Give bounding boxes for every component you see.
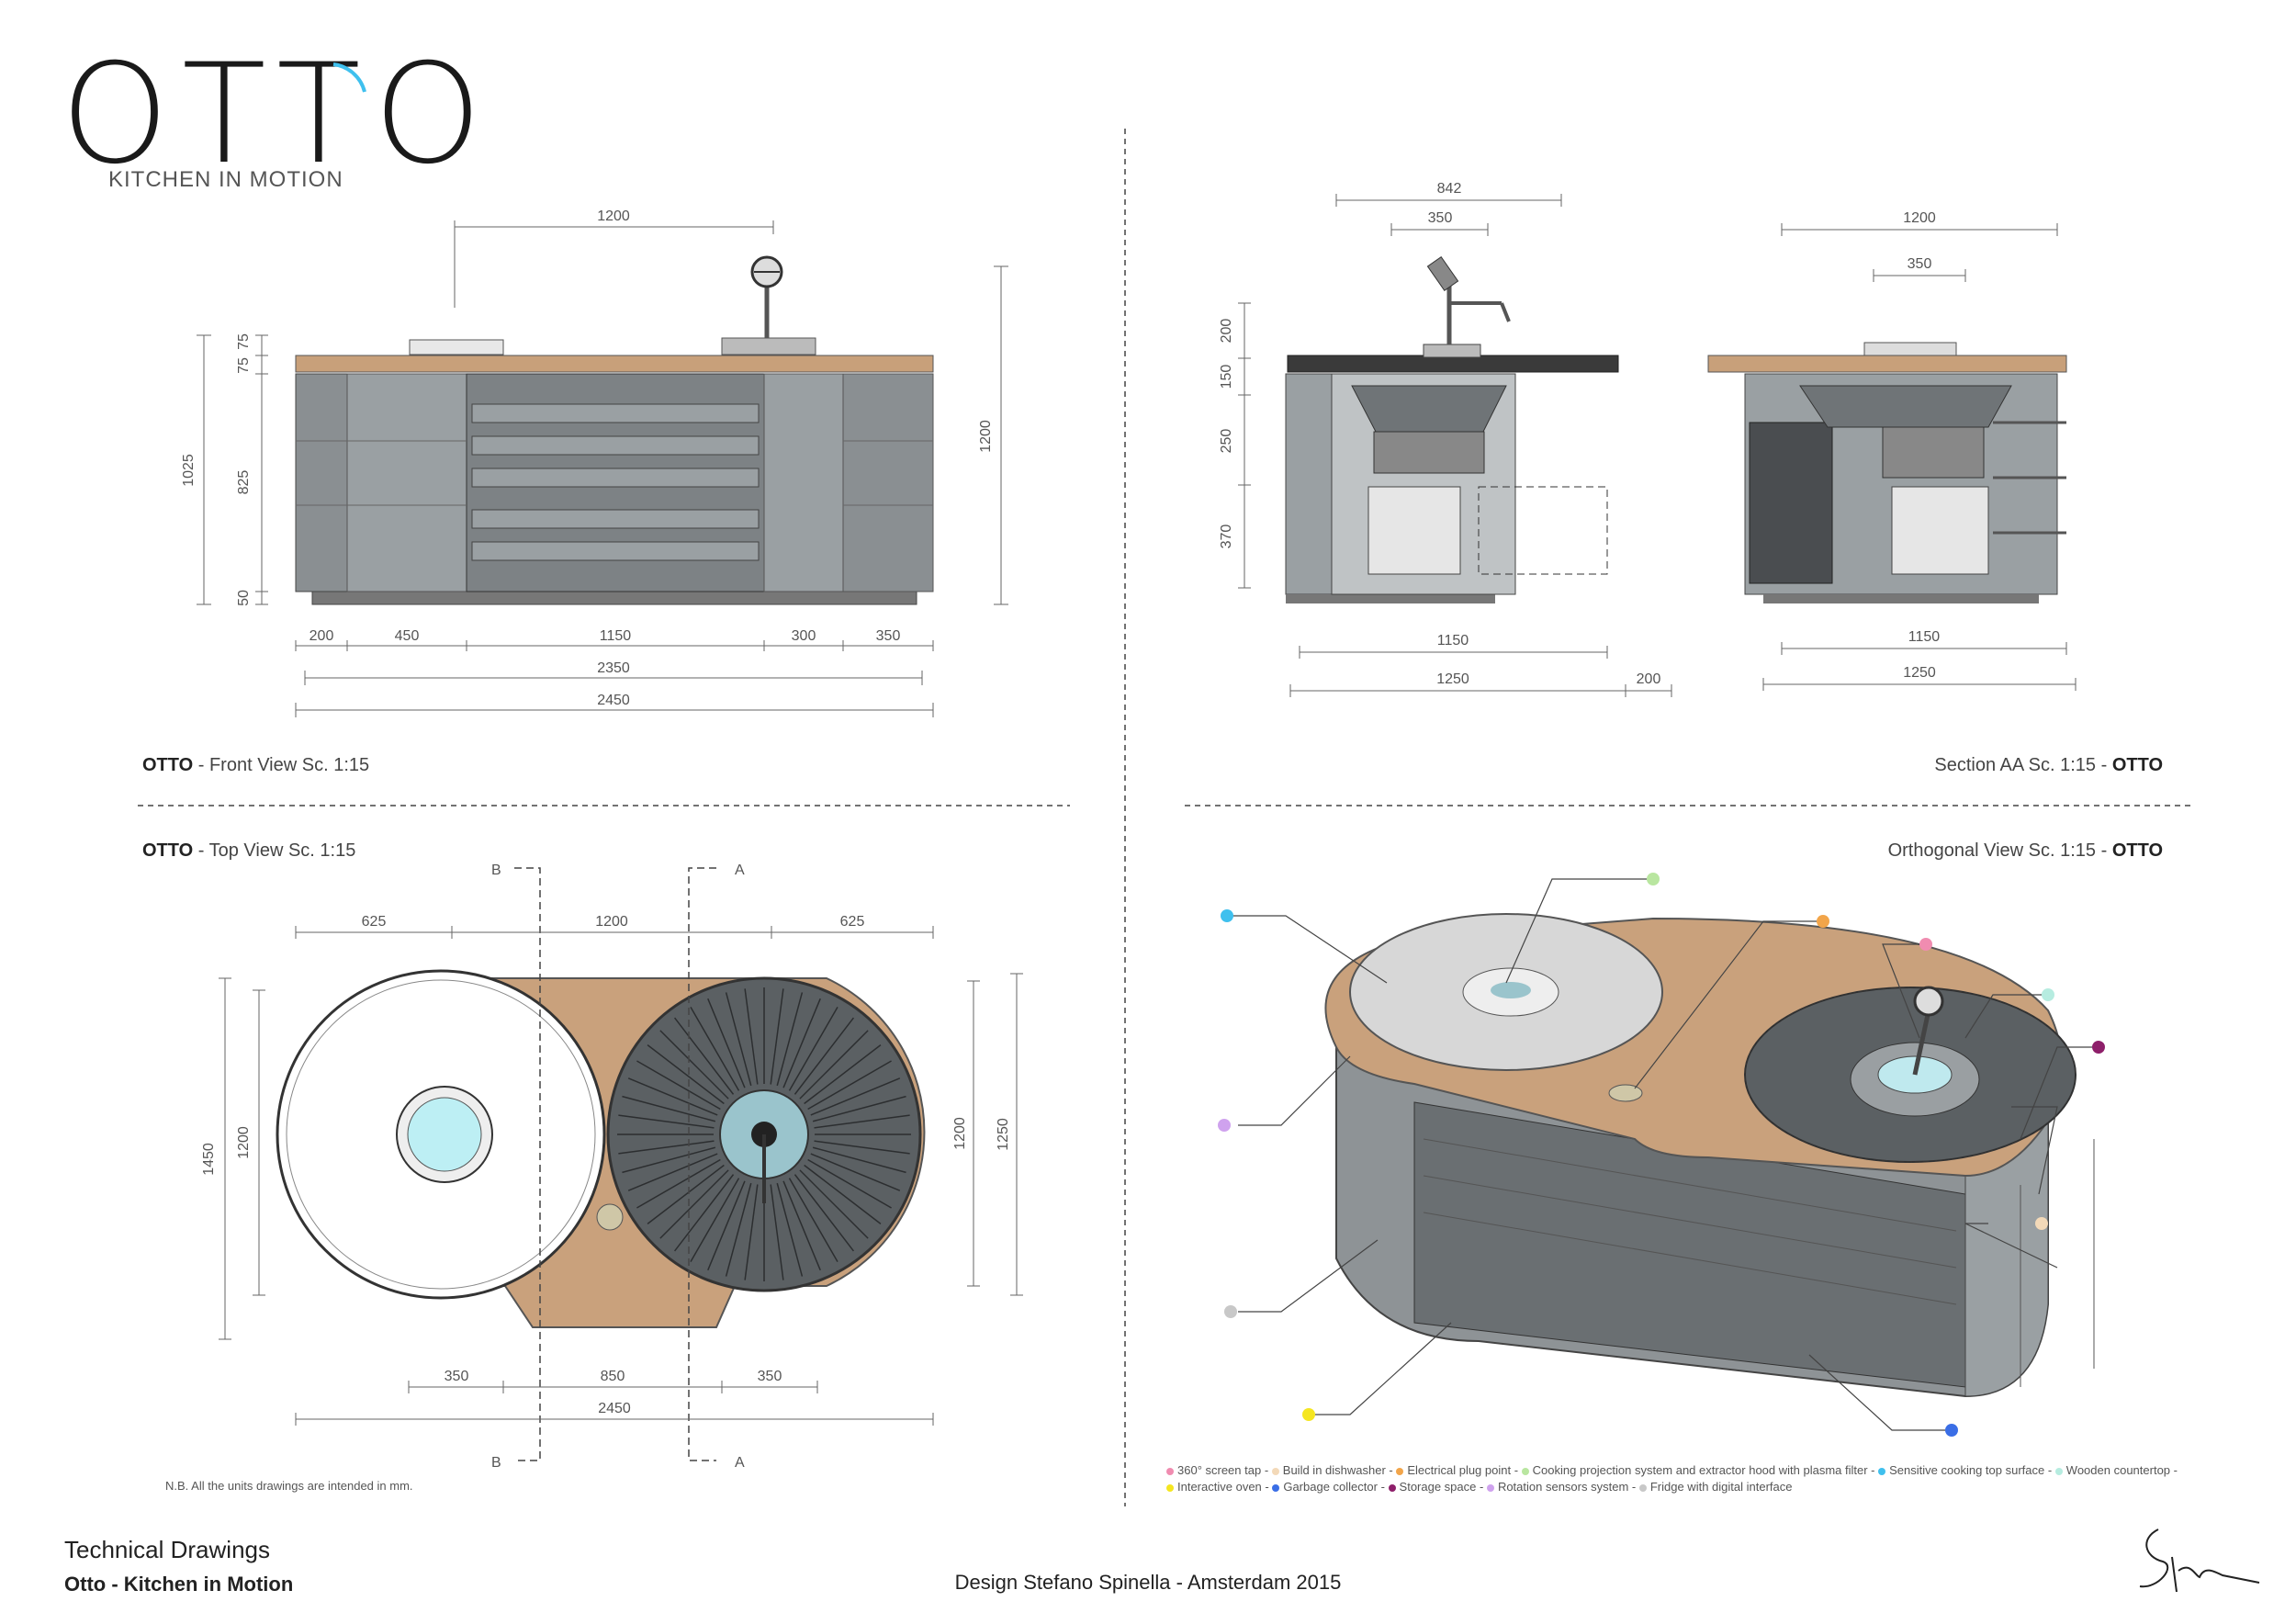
- dim-front-top-1200: 1200: [597, 209, 630, 224]
- callout-cooking-projection: [1647, 873, 1660, 885]
- dim-top-1200b: 1200: [952, 1117, 968, 1150]
- dim-section-250: 250: [1219, 429, 1234, 454]
- footer-technical-drawings: Technical Drawings: [64, 1536, 270, 1563]
- dim-front-75a: 75: [236, 333, 252, 350]
- dim-front-1150: 1150: [600, 628, 632, 644]
- dim-top-625a: 625: [362, 914, 387, 930]
- units-note: N.B. All the units drawings are intended…: [165, 1479, 413, 1493]
- dim-section-1150b: 1150: [1908, 629, 1941, 645]
- front-view-title: OTTO - Front View Sc. 1:15: [142, 755, 370, 775]
- dim-top-350b: 350: [758, 1369, 782, 1384]
- legend-item: Rotation sensors system -: [1486, 1480, 1636, 1494]
- callout-interactive-oven: [1302, 1408, 1315, 1421]
- section-marker-b-bottom: B: [491, 1455, 501, 1471]
- dim-section-350a: 350: [1428, 210, 1453, 226]
- dim-top-1200: 1200: [595, 914, 628, 930]
- dim-section-350b: 350: [1908, 256, 1932, 272]
- legend-dot: [1272, 1483, 1280, 1492]
- front-view-drawing: 1200 1200 1025 75 75 825 50 200 450 1150…: [181, 209, 1008, 717]
- section-view-drawing: 842 350 200 150 250 370 1150 1250 200 12…: [1219, 181, 2077, 697]
- callout-electrical-plug: [1817, 915, 1829, 928]
- legend-item: Storage space -: [1388, 1480, 1483, 1494]
- section-marker-a-bottom: A: [735, 1455, 745, 1471]
- legend-dot: [1166, 1483, 1174, 1492]
- section-marker-a-top: A: [735, 863, 745, 878]
- dim-front-450: 450: [395, 628, 420, 644]
- dim-front-2450: 2450: [597, 693, 630, 708]
- dim-front-2350: 2350: [597, 660, 630, 676]
- legend-item: Garbage collector -: [1272, 1480, 1385, 1494]
- legend-item: Cooking projection system and extractor …: [1521, 1463, 1875, 1477]
- dim-section-200w: 200: [1637, 671, 1661, 687]
- dim-section-1150a: 1150: [1437, 633, 1469, 648]
- legend-dot: [1521, 1467, 1529, 1475]
- legend-item: 360° screen tap -: [1166, 1463, 1268, 1477]
- legend-dot: [1271, 1467, 1279, 1475]
- dim-top-850: 850: [601, 1369, 625, 1384]
- legend-item: Fridge with digital interface: [1638, 1480, 1792, 1494]
- top-view-drawing: B A B A 625 1200 625 1450 1200 1200 1250…: [201, 863, 1023, 1471]
- legend-dot: [1166, 1467, 1174, 1475]
- legend-dot: [1396, 1467, 1404, 1475]
- dim-front-height-1200: 1200: [978, 420, 994, 453]
- orthogonal-view-drawing: [1218, 873, 2105, 1437]
- callout-wooden-countertop: [2042, 988, 2054, 1001]
- dim-front-300: 300: [792, 628, 816, 644]
- dim-section-370: 370: [1219, 524, 1234, 549]
- dim-top-1450: 1450: [201, 1143, 217, 1176]
- legend-item: Build in dishwasher -: [1271, 1463, 1393, 1477]
- dim-front-1025: 1025: [181, 454, 197, 487]
- legend-dot: [1878, 1467, 1886, 1475]
- dim-front-50: 50: [236, 590, 252, 606]
- section-marker-b-top: B: [491, 863, 501, 878]
- dim-section-1200: 1200: [1903, 210, 1936, 226]
- callout-garbage-collector: [1945, 1424, 1958, 1437]
- dim-section-200: 200: [1219, 319, 1234, 344]
- callout-fridge: [1224, 1305, 1237, 1318]
- ortho-legend: 360° screen tap - Build in dishwasher - …: [1166, 1462, 2195, 1495]
- legend-item: Interactive oven -: [1166, 1480, 1269, 1494]
- callout-dishwasher: [2035, 1217, 2048, 1230]
- callout-screen-tap: [1919, 938, 1932, 951]
- dim-top-1250: 1250: [996, 1118, 1011, 1151]
- dim-section-1250b: 1250: [1903, 665, 1936, 681]
- dim-top-625b: 625: [840, 914, 865, 930]
- dim-section-1250a: 1250: [1436, 671, 1469, 687]
- section-view-title: Section AA Sc. 1:15 - OTTO: [1934, 755, 2163, 775]
- dim-section-150: 150: [1219, 365, 1234, 389]
- dim-front-825: 825: [236, 470, 252, 495]
- callout-storage-space: [2092, 1041, 2105, 1054]
- dim-front-350: 350: [876, 628, 901, 644]
- legend-dot: [1388, 1483, 1396, 1492]
- legend-dot: [1638, 1483, 1647, 1492]
- callout-rotation-sensors: [1218, 1119, 1231, 1132]
- footer-credit: Design Stefano Spinella - Amsterdam 2015: [954, 1571, 1342, 1594]
- designer-signature: [2139, 1528, 2260, 1593]
- dim-section-842: 842: [1437, 181, 1462, 197]
- legend-item: Wooden countertop -: [2054, 1463, 2178, 1477]
- legend-item: Electrical plug point -: [1396, 1463, 1518, 1477]
- dim-top-350a: 350: [445, 1369, 469, 1384]
- dim-front-200: 200: [310, 628, 334, 644]
- callout-sensitive-cooking-top: [1221, 909, 1233, 922]
- legend-dot: [2054, 1467, 2063, 1475]
- dim-top-2450: 2450: [598, 1401, 631, 1416]
- legend-dot: [1486, 1483, 1494, 1492]
- dim-front-75b: 75: [236, 357, 252, 374]
- legend-item: Sensitive cooking top surface -: [1878, 1463, 2052, 1477]
- dim-top-1200a: 1200: [236, 1126, 252, 1159]
